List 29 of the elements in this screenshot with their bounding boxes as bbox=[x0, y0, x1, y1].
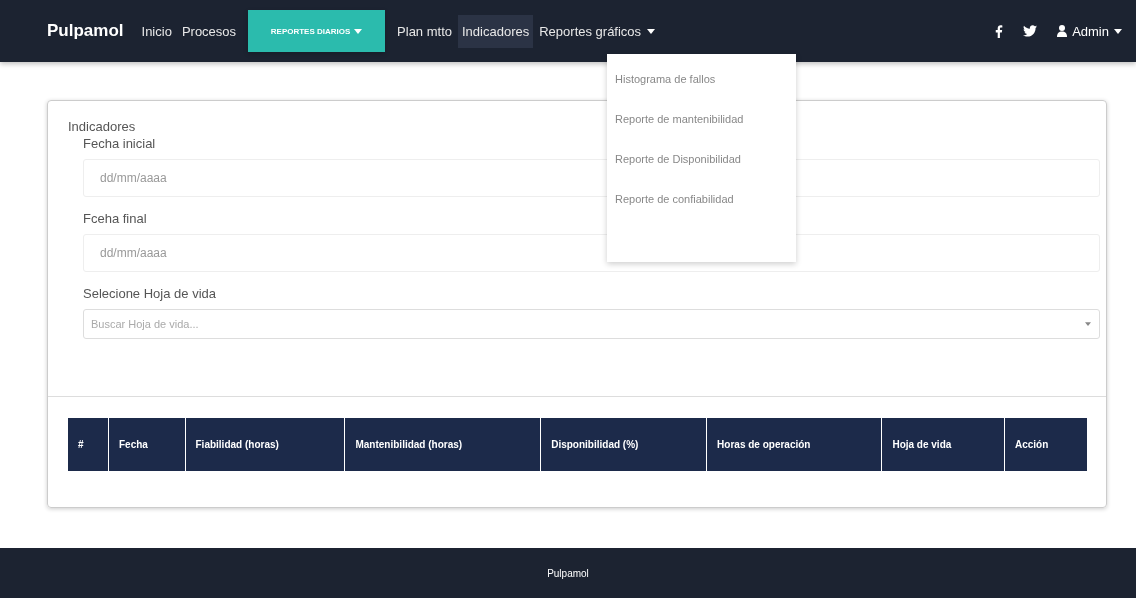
field-label: Selecione Hoja de vida bbox=[83, 286, 217, 301]
menu-item[interactable]: Histograma de fallos bbox=[607, 60, 796, 100]
menu-item[interactable]: Reporte de mantenibilidad bbox=[607, 100, 796, 140]
nav-dropdown[interactable]: Reportes gráficos bbox=[535, 14, 660, 48]
column-header: Mantenibilidad (horas) bbox=[344, 418, 541, 471]
column-header: Horas de operación bbox=[706, 418, 882, 471]
nav-link[interactable]: Procesos bbox=[177, 14, 241, 48]
brand-logo[interactable]: Pulpamol bbox=[47, 21, 124, 41]
twitter-icon[interactable] bbox=[1023, 25, 1038, 37]
column-header: Acción bbox=[1004, 418, 1087, 471]
caret-icon bbox=[1114, 28, 1122, 34]
caret-icon bbox=[1085, 322, 1091, 326]
column-header: Hoja de vida bbox=[881, 418, 1005, 471]
user-menu[interactable]: Admin bbox=[1057, 23, 1122, 39]
facebook-icon[interactable] bbox=[995, 24, 1004, 38]
column-header: Fecha bbox=[108, 418, 185, 471]
field-label: Fecha inicial bbox=[83, 136, 157, 151]
card-title: Indicadores bbox=[68, 119, 136, 134]
column-header: Disponibilidad (%) bbox=[540, 418, 707, 471]
field-label: Fceha final bbox=[83, 211, 148, 226]
nav-link[interactable]: Plan mtto bbox=[393, 14, 456, 48]
user-icon bbox=[1057, 25, 1068, 37]
caret-icon bbox=[354, 28, 363, 34]
column-header: Fiabilidad (horas) bbox=[185, 418, 345, 471]
caret-icon bbox=[647, 28, 656, 34]
nav-link[interactable]: Indicadores bbox=[458, 14, 534, 48]
footer-text: Pulpamol bbox=[547, 567, 589, 579]
column-header: # bbox=[68, 418, 109, 471]
nav-link[interactable]: Inicio bbox=[137, 14, 176, 48]
